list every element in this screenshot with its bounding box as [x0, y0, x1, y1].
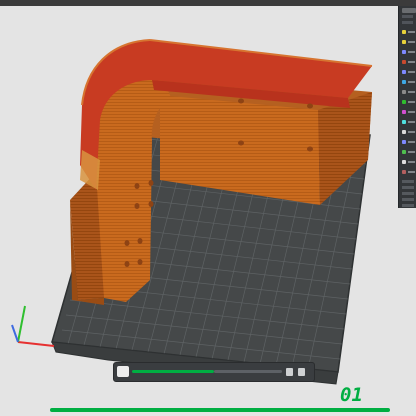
legend-info-line: [402, 192, 414, 195]
legend-subheader-2: [402, 21, 413, 24]
slider-track: [214, 370, 282, 373]
legend-row: [399, 157, 416, 167]
legend-swatch-icon: [402, 40, 406, 44]
legend-row: [399, 87, 416, 97]
legend-label-line: [408, 131, 415, 133]
legend-swatch-icon: [402, 80, 406, 84]
legend-label-line: [408, 71, 415, 73]
legend-row: [399, 97, 416, 107]
legend-color-swatches: [399, 27, 416, 177]
legend-panel: [398, 6, 416, 208]
legend-swatch-icon: [402, 100, 406, 104]
legend-swatch-icon: [402, 130, 406, 134]
legend-swatch-icon: [402, 140, 406, 144]
progress-bar: [50, 408, 390, 412]
legend-row: [399, 147, 416, 157]
legend-row: [399, 167, 416, 177]
3d-preview-viewport[interactable]: [0, 6, 416, 416]
slider-knob[interactable]: [117, 366, 129, 377]
legend-row: [399, 57, 416, 67]
legend-swatch-icon: [402, 120, 406, 124]
legend-swatch-icon: [402, 90, 406, 94]
legend-swatch-icon: [402, 50, 406, 54]
legend-info-line: [402, 180, 414, 183]
legend-row: [399, 37, 416, 47]
legend-info-line: [402, 204, 414, 207]
legend-row: [399, 117, 416, 127]
current-layer-number: 01: [340, 384, 363, 406]
axis-gizmo-icon: [11, 305, 55, 347]
legend-label-line: [408, 101, 415, 103]
legend-swatch-icon: [402, 160, 406, 164]
legend-swatch-icon: [402, 110, 406, 114]
legend-label-line: [408, 151, 415, 153]
legend-label-line: [408, 121, 415, 123]
legend-swatch-icon: [402, 60, 406, 64]
legend-swatch-icon: [402, 30, 406, 34]
legend-row: [399, 127, 416, 137]
legend-swatch-icon: [402, 170, 406, 174]
legend-info-line: [402, 186, 414, 189]
legend-row: [399, 27, 416, 37]
slider-button-icon[interactable]: [286, 368, 293, 376]
legend-label-line: [408, 91, 415, 93]
layer-slider-icon[interactable]: [113, 362, 315, 382]
legend-swatch-icon: [402, 150, 406, 154]
legend-label-line: [408, 171, 415, 173]
legend-label-line: [408, 81, 415, 83]
legend-label-line: [408, 41, 415, 43]
legend-label-line: [408, 61, 415, 63]
legend-label-line: [408, 161, 415, 163]
legend-subheader: [402, 15, 413, 18]
legend-row: [399, 47, 416, 57]
slider-progress: [132, 370, 214, 373]
legend-header: [402, 8, 416, 13]
legend-label-line: [408, 111, 415, 113]
legend-info-line: [402, 198, 414, 201]
legend-swatch-icon: [402, 70, 406, 74]
legend-row: [399, 137, 416, 147]
legend-row: [399, 107, 416, 117]
legend-label-line: [408, 31, 415, 33]
legend-row: [399, 67, 416, 77]
slider-button-icon[interactable]: [298, 368, 305, 376]
legend-label-line: [408, 141, 415, 143]
legend-label-line: [408, 51, 415, 53]
legend-row: [399, 77, 416, 87]
